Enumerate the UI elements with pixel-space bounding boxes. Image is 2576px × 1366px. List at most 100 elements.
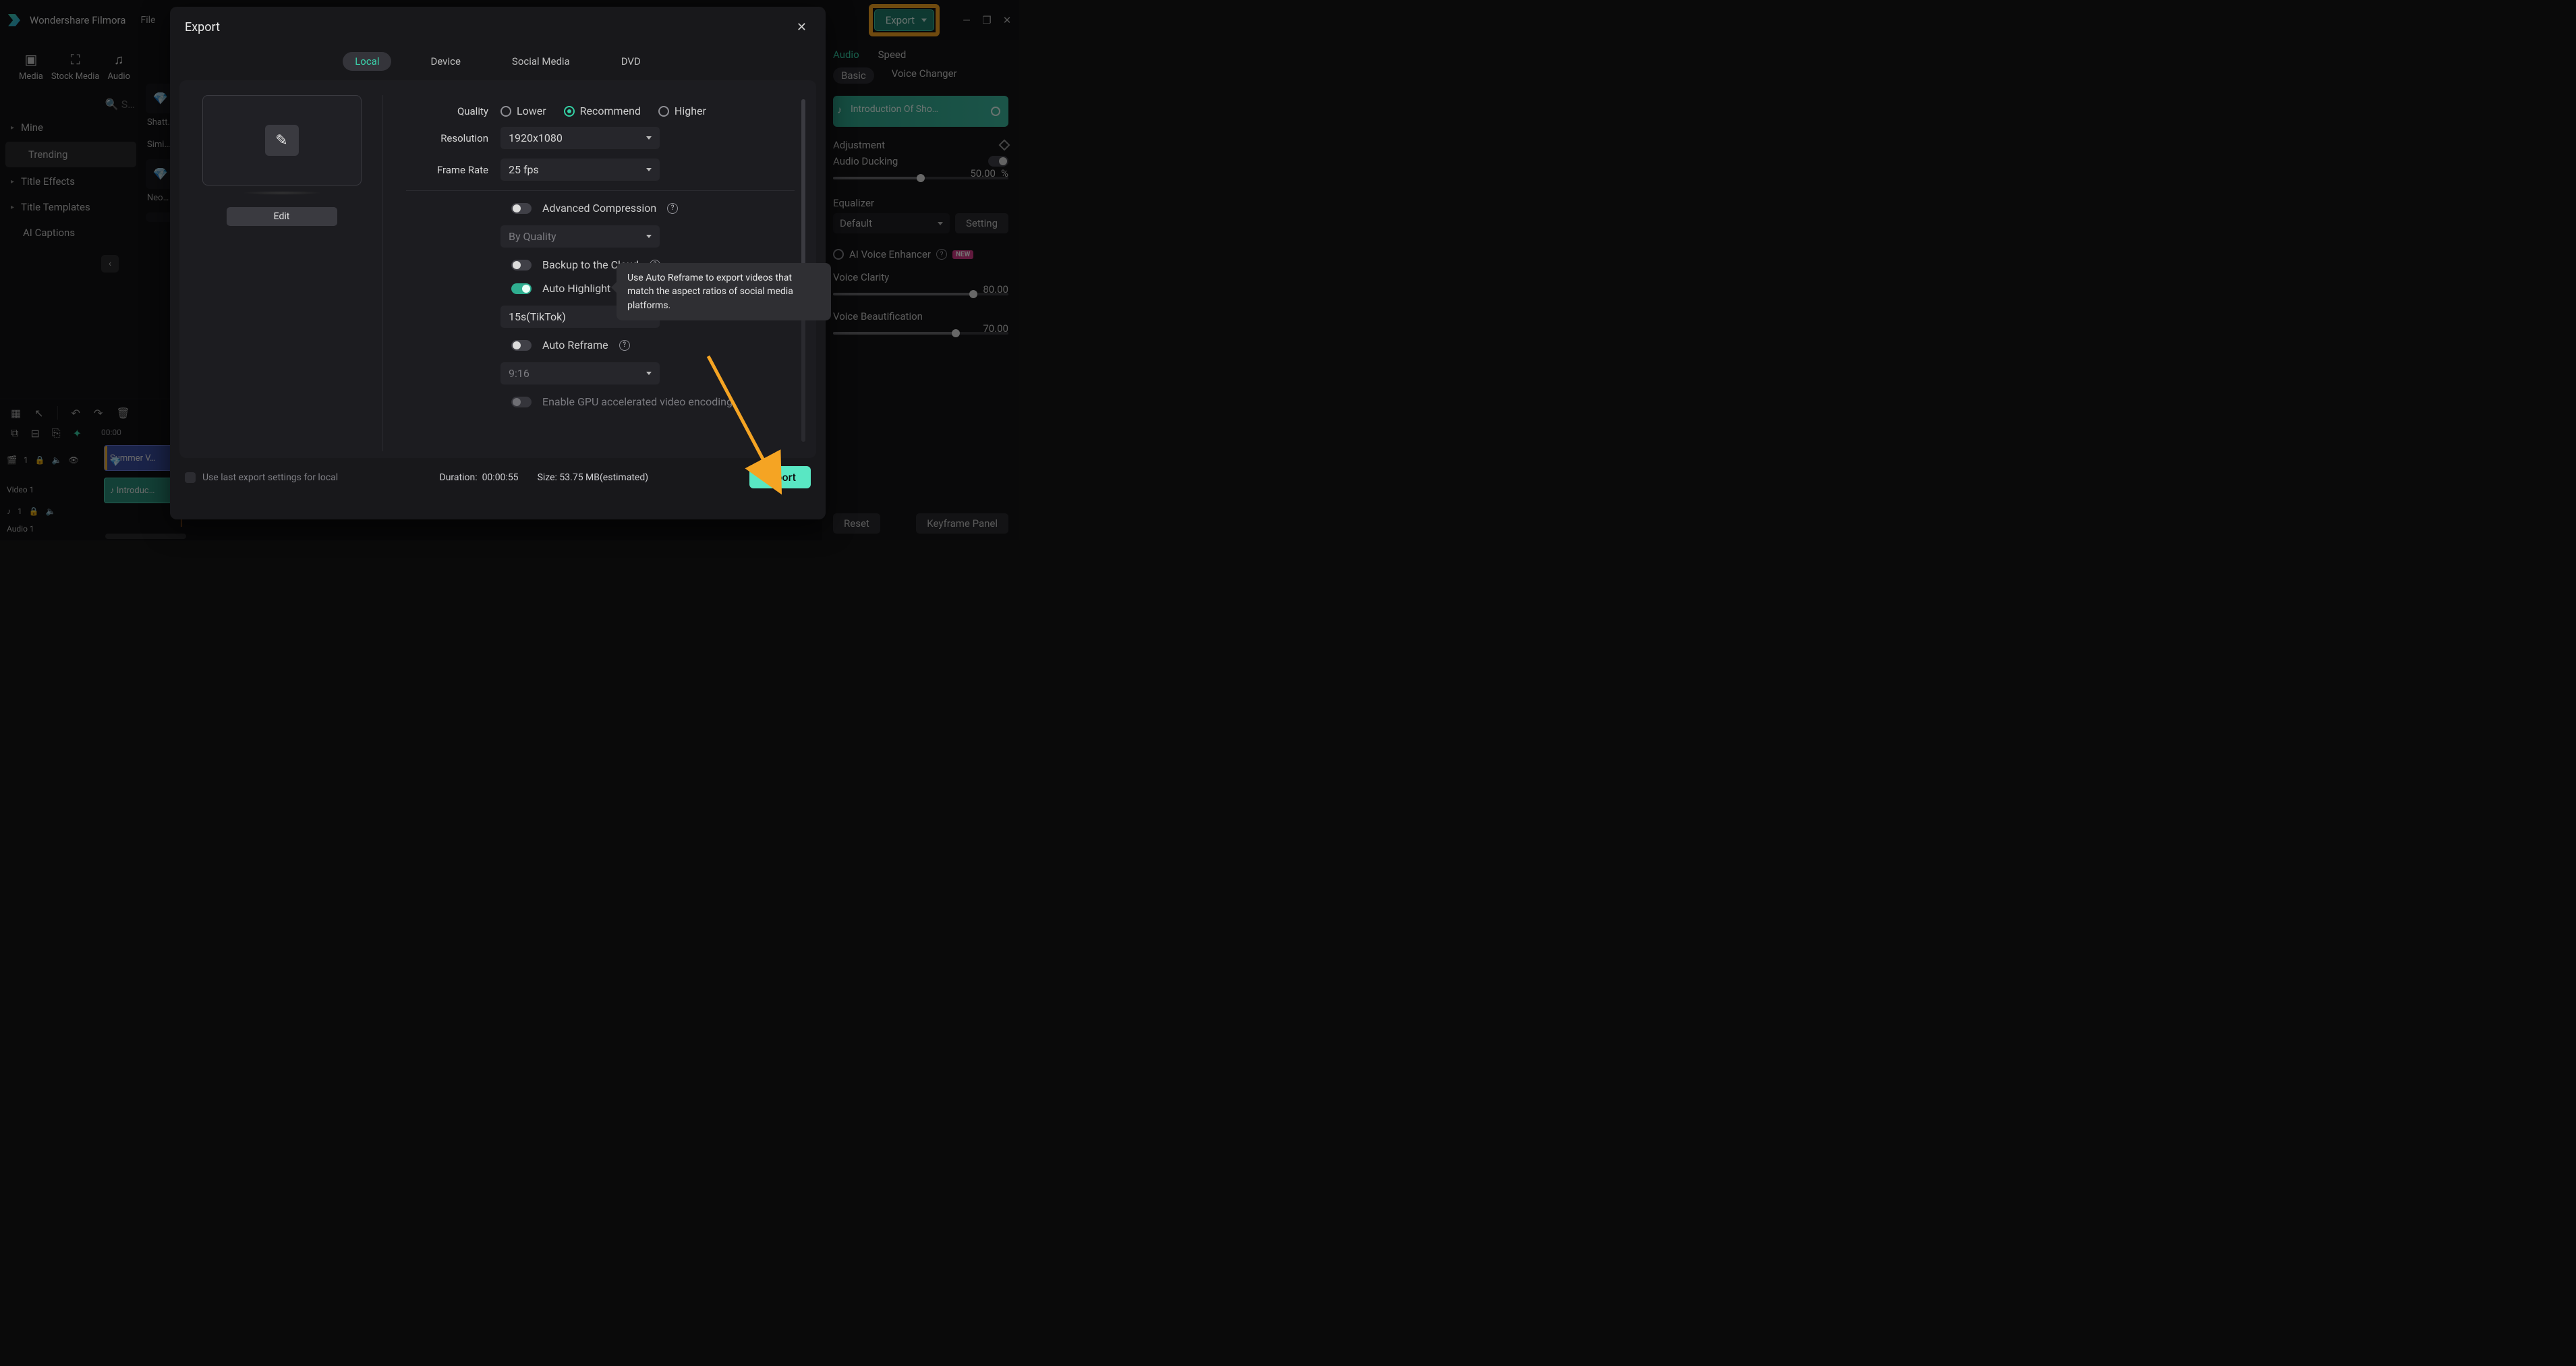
search-icon[interactable]: 🔍	[105, 98, 119, 111]
sidebar-item-title-templates[interactable]: ▸Title Templates	[0, 194, 142, 220]
mute-icon[interactable]: 🔈	[46, 507, 56, 516]
label-voice-clarity: Voice Clarity	[833, 271, 889, 283]
equalizer-setting-button[interactable]: Setting	[955, 213, 1008, 233]
track-number: 1	[18, 507, 22, 516]
toggle-auto-reframe[interactable]	[511, 340, 532, 351]
tool-marker-icon[interactable]: ⎘	[52, 426, 61, 440]
tool-link-icon[interactable]: ⊟	[30, 427, 39, 440]
chevron-down-icon	[646, 235, 652, 238]
timeline-clip-video[interactable]: Summer V… 💎	[104, 445, 178, 471]
gem-icon: 💎	[110, 457, 121, 467]
radio-quality-lower[interactable]: Lower	[500, 105, 546, 117]
sidebar-item-label: AI Captions	[23, 227, 75, 239]
export-button[interactable]: Export	[874, 9, 934, 31]
radio-quality-higher[interactable]: Higher	[658, 105, 706, 117]
mute-icon[interactable]: 🔈	[52, 455, 62, 465]
export-tab-social-media[interactable]: Social Media	[500, 52, 582, 71]
help-icon[interactable]: ?	[667, 203, 678, 214]
audio-clip-preview[interactable]: ♪ Introduction Of Sho…	[833, 96, 1008, 127]
select-compression-mode: By Quality	[500, 225, 660, 248]
select-equalizer-preset[interactable]: Default	[833, 213, 950, 233]
new-badge: NEW	[952, 250, 973, 259]
music-icon: ♪	[110, 485, 115, 496]
help-icon[interactable]: ?	[936, 249, 947, 260]
toggle-gpu-encoding[interactable]	[511, 397, 532, 407]
export-tab-local[interactable]: Local	[343, 52, 391, 71]
window-close-icon[interactable]: ✕	[1000, 13, 1014, 27]
stock-media-label: Stock Media	[51, 72, 100, 82]
app-title: Wondershare Filmora	[30, 14, 125, 26]
tool-effects-icon[interactable]: ✦	[73, 427, 82, 440]
audio-tab[interactable]: ♫Audio	[108, 51, 130, 82]
redo-icon[interactable]: ↷	[94, 407, 103, 420]
annotation-arrow-icon	[703, 351, 797, 499]
subtab-voice-changer[interactable]: Voice Changer	[892, 67, 957, 84]
radio-quality-recommend[interactable]: Recommend	[564, 105, 641, 117]
tab-speed[interactable]: Speed	[878, 49, 907, 61]
slider-voice-beautification[interactable]	[833, 332, 1008, 335]
tooltip-auto-reframe: Use Auto Reframe to export videos that m…	[617, 263, 831, 320]
sidebar-item-ai-captions[interactable]: AI Captions	[0, 220, 142, 246]
undo-icon[interactable]: ↶	[71, 407, 80, 420]
subtab-basic[interactable]: Basic	[833, 67, 874, 84]
value-duration: 00:00:55	[482, 472, 519, 483]
chevron-down-icon	[938, 222, 943, 225]
toggle-advanced-compression[interactable]	[511, 203, 532, 214]
app-logo-icon	[8, 14, 20, 26]
select-resolution[interactable]: 1920x1080	[500, 127, 660, 149]
back-button[interactable]: ‹	[101, 255, 119, 273]
help-icon[interactable]: ?	[619, 340, 630, 351]
dialog-close-button[interactable]: ✕	[793, 18, 811, 37]
toggle-auto-highlight[interactable]	[511, 283, 532, 294]
edit-pencil-icon: ✎	[265, 125, 299, 156]
lock-icon[interactable]: 🔒	[35, 455, 45, 465]
lock-icon[interactable]: 🔒	[29, 507, 39, 516]
toggle-backup-cloud[interactable]	[511, 260, 532, 271]
label-frame-rate: Frame Rate	[406, 164, 500, 176]
select-frame-rate[interactable]: 25 fps	[500, 159, 660, 181]
tab-audio[interactable]: Audio	[833, 49, 859, 61]
checkbox-use-last-settings[interactable]	[185, 472, 196, 483]
slider-audio-ducking[interactable]	[833, 177, 1008, 179]
chevron-right-icon: ▸	[11, 124, 14, 132]
label-ai-voice-enhancer: AI Voice Enhancer	[849, 248, 931, 260]
media-tab[interactable]: ▣Media	[19, 51, 43, 82]
radio-label: Lower	[517, 105, 546, 117]
track-header-video[interactable]: 🎬1 🔒 🔈 👁	[7, 445, 94, 475]
toggle-audio-ducking[interactable]	[988, 156, 1008, 167]
visibility-icon[interactable]: 👁	[69, 455, 79, 465]
label-auto-highlight: Auto Highlight	[542, 282, 610, 295]
radio-icon[interactable]	[833, 249, 844, 260]
tool-add-media-icon[interactable]: ⧉	[11, 426, 18, 440]
menu-file[interactable]: File	[135, 12, 161, 28]
radio-label: Recommend	[580, 105, 641, 117]
media-icon: ▣	[22, 51, 40, 67]
label-size: Size:	[538, 472, 557, 483]
delete-icon[interactable]: 🗑	[116, 407, 130, 420]
edit-button[interactable]: Edit	[227, 207, 337, 226]
label-quality: Quality	[406, 105, 500, 117]
keyframe-panel-button[interactable]: Keyframe Panel	[916, 513, 1008, 534]
export-tab-device[interactable]: Device	[418, 52, 472, 71]
sidebar-item-title-effects[interactable]: ▸Title Effects	[0, 169, 142, 194]
sidebar-item-label: Title Effects	[21, 175, 75, 188]
window-minimize-icon[interactable]: —	[960, 13, 973, 27]
clip-name: Introduction Of Sho…	[851, 104, 938, 115]
window-maximize-icon[interactable]: ❐	[980, 13, 994, 27]
tool-pointer-icon[interactable]: ↖	[34, 407, 43, 420]
timeline-clip-audio[interactable]: ♪ Introduc…	[104, 478, 179, 503]
chevron-down-icon	[646, 372, 652, 375]
sidebar-item-mine[interactable]: ▸Mine	[0, 115, 142, 140]
stock-media-tab[interactable]: ⛶Stock Media	[51, 51, 100, 82]
select-value: 1920x1080	[509, 132, 563, 144]
section-equalizer: Equalizer	[833, 197, 874, 209]
reset-button[interactable]: Reset	[833, 513, 880, 534]
export-tab-dvd[interactable]: DVD	[609, 52, 653, 71]
tool-grid-icon[interactable]: ▦	[11, 407, 21, 420]
sidebar-item-trending[interactable]: Trending	[5, 142, 136, 167]
clip-handle-icon[interactable]	[991, 107, 1000, 116]
section-adjustment: Adjustment	[833, 139, 885, 151]
keyframe-diamond-icon[interactable]	[999, 140, 1010, 151]
timeline-scrollbar[interactable]	[105, 534, 186, 539]
slider-voice-clarity[interactable]	[833, 293, 1008, 295]
